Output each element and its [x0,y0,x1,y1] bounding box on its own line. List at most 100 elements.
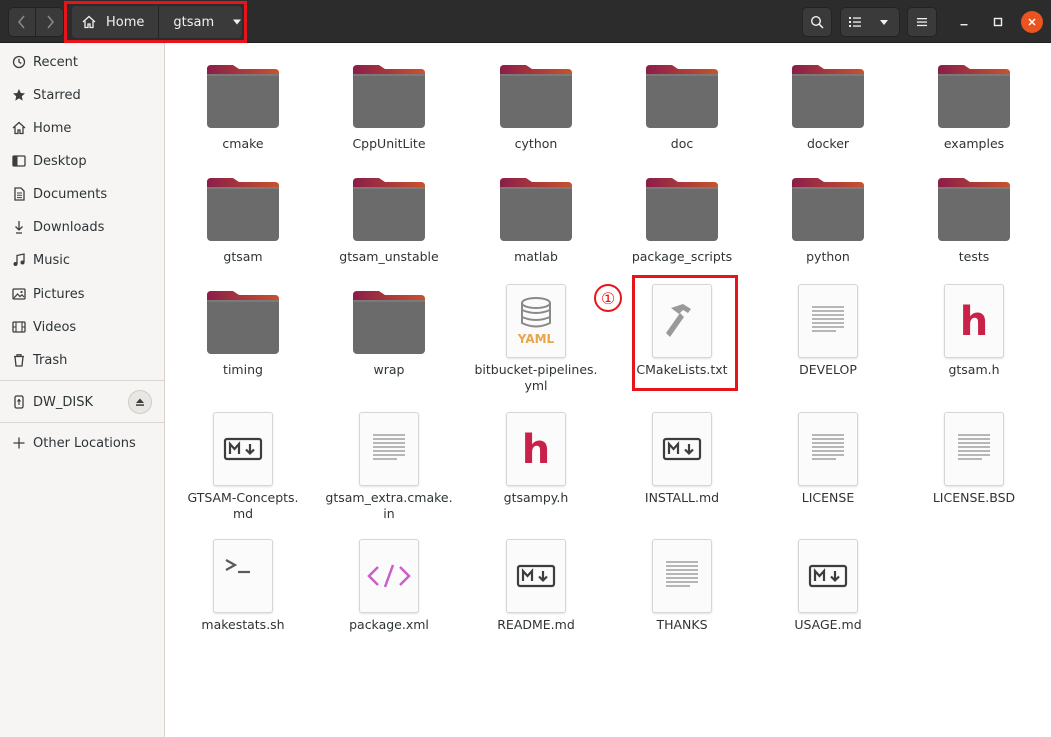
file-name: makestats.sh [201,617,285,632]
file-item-license[interactable]: LICENSE [758,409,898,506]
file-item-gtsam-unstable[interactable]: gtsam_unstable [319,168,459,265]
file-item-install-md[interactable]: INSTALL.md [612,409,752,506]
minimize-button[interactable] [953,11,975,33]
file-name: wrap [373,362,405,377]
sidebar-item-music[interactable]: Music [0,245,164,275]
icon-slot [642,409,722,489]
folder-icon [349,281,429,361]
sidebar-item-trash[interactable]: Trash [0,345,164,375]
sidebar-item-documents[interactable]: Documents [0,179,164,209]
file-item-python[interactable]: python [758,168,898,265]
file-item-wrap[interactable]: wrap [319,281,459,378]
icon-slot [788,409,868,489]
folder-icon [203,281,283,361]
text-file-icon [798,284,858,358]
sidebar-item-label: Music [33,252,70,268]
annotation-box-cmakelists [632,275,738,391]
file-name: cmake [222,136,264,151]
view-options-button[interactable] [869,7,900,37]
file-item-gtsam-concepts[interactable]: GTSAM-Concepts. md [173,409,313,522]
file-item-gtsam-extra-cmake[interactable]: gtsam_extra.cmake. in [319,409,459,522]
sidebar-item-starred[interactable]: Starred [0,80,164,110]
maximize-button[interactable] [987,11,1009,33]
picture-icon [12,288,26,300]
desktop-icon [12,155,26,167]
chevron-left-icon [18,15,25,29]
file-item-examples[interactable]: examples [904,55,1044,152]
sidebar-item-other-locations[interactable]: Other Locations [0,428,164,458]
annotation-number: ① [594,284,622,312]
file-name: tests [958,249,990,264]
file-item-package-scripts[interactable]: package_scripts [612,168,752,265]
file-item-docker[interactable]: docker [758,55,898,152]
icon-slot [349,536,429,616]
file-name: gtsam_unstable [339,249,439,264]
file-item-gtsam-h[interactable]: h gtsam.h [904,281,1044,378]
sidebar-item-downloads[interactable]: Downloads [0,212,164,242]
file-item-gtsampy-h[interactable]: h gtsampy.h [466,409,606,506]
sidebar-item-pictures[interactable]: Pictures [0,279,164,309]
sidebar-item-desktop[interactable]: Desktop [0,146,164,176]
folder-icon [203,168,283,248]
yaml-file-icon: YAML [506,284,566,358]
file-item-cython[interactable]: cython [466,55,606,152]
file-item-matlab[interactable]: matlab [466,168,606,265]
markdown-file-icon [213,412,273,486]
sidebar-item-home[interactable]: Home [0,113,164,143]
trash-icon [14,354,24,367]
file-item-makestats[interactable]: makestats.sh [173,536,313,633]
list-view-button[interactable] [840,7,870,37]
eject-icon [136,398,144,406]
file-item-readme[interactable]: README.md [466,536,606,633]
file-name: THANKS [656,617,708,632]
file-name: USAGE.md [794,617,862,632]
file-item-cppunitlite[interactable]: CppUnitLite [319,55,459,152]
home-icon [12,121,26,135]
file-item-tests[interactable]: tests [904,168,1044,265]
folder-icon [496,55,576,135]
icon-slot [203,409,283,489]
chevron-right-icon [46,15,54,29]
search-button[interactable] [802,7,832,37]
file-item-cmake[interactable]: cmake [173,55,313,152]
icon-slot [496,536,576,616]
markdown-file-icon [798,539,858,613]
c-header-file-icon: h [944,284,1004,358]
file-item-gtsam[interactable]: gtsam [173,168,313,265]
file-item-thanks[interactable]: THANKS [612,536,752,633]
sidebar-item-label: Other Locations [33,435,136,451]
file-grid: cmake CppUnitLite cython doc docker exam… [166,43,1051,737]
close-icon [1028,18,1036,26]
file-item-bitbucket-pipelines[interactable]: YAML bitbucket-pipelines. yml [466,281,606,394]
file-name: examples [943,136,1005,151]
svg-text:h: h [522,427,550,473]
file-name: LICENSE [801,490,855,505]
forward-button[interactable] [36,7,64,37]
markdown-file-icon [506,539,566,613]
music-icon [13,253,25,266]
file-name: doc [670,136,694,151]
file-item-develop[interactable]: DEVELOP [758,281,898,378]
sidebar-item-videos[interactable]: Videos [0,312,164,342]
sidebar-item-label: Desktop [33,153,87,169]
file-name: CppUnitLite [352,136,426,151]
text-file-icon [652,539,712,613]
back-button[interactable] [8,7,36,37]
file-item-doc[interactable]: doc [612,55,752,152]
close-button[interactable] [1021,11,1043,33]
file-item-package-xml[interactable]: package.xml [319,536,459,633]
folder-icon [642,168,722,248]
eject-button[interactable] [128,390,152,414]
icon-slot [788,281,868,361]
sidebar-item-label: Recent [33,54,78,70]
sidebar-item-label: Trash [33,352,68,368]
folder-icon [788,55,868,135]
file-item-usage[interactable]: USAGE.md [758,536,898,633]
file-item-license-bsd[interactable]: LICENSE.BSD [904,409,1044,506]
file-name: gtsam.h [948,362,1000,377]
sidebar-item-recent[interactable]: Recent [0,47,164,77]
file-name: matlab [514,249,558,264]
file-item-timing[interactable]: timing [173,281,313,378]
icon-slot [203,536,283,616]
main-menu-button[interactable] [907,7,937,37]
